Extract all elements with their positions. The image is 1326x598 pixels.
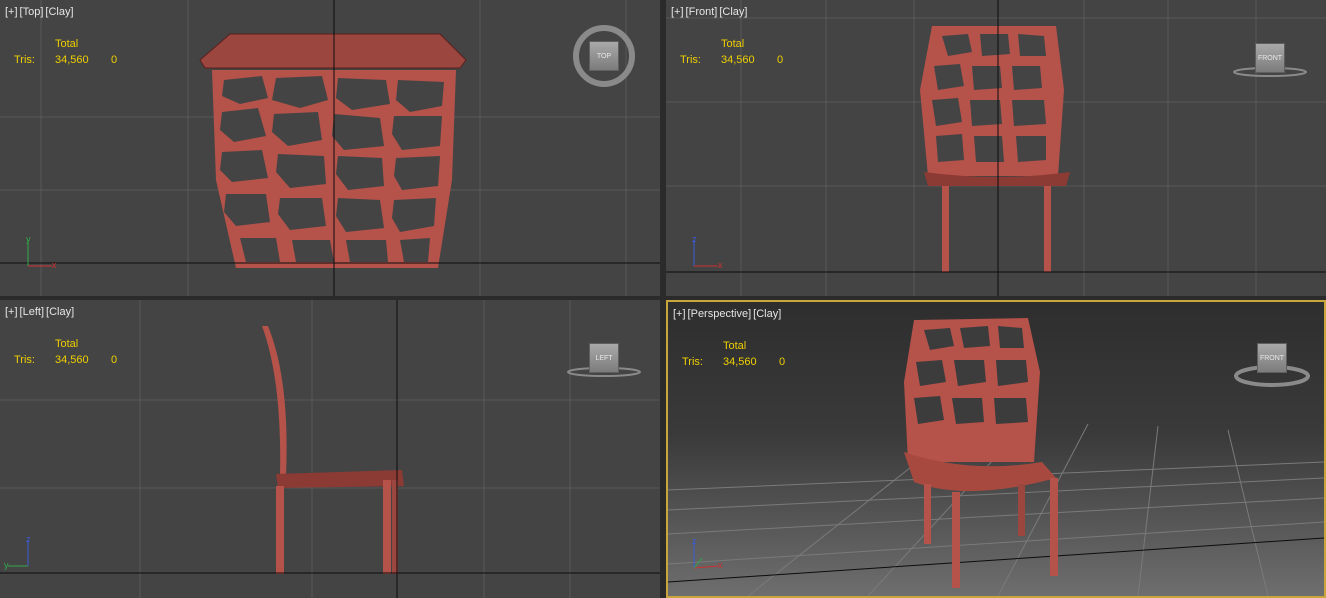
viewport-top[interactable]: [+] [Top] [Clay] Total Tris: 34,560 0 y x … [0, 0, 660, 296]
viewcube-perspective[interactable]: FRONT [1234, 336, 1310, 388]
axis-tripod [8, 540, 29, 567]
viewport-label: [+] [Front] [Clay] [671, 6, 747, 18]
axis-tripod [693, 542, 719, 569]
stats-overlay: Total Tris: 34,560 0 [14, 36, 131, 68]
viewport-point-of-view[interactable]: [Front] [686, 6, 718, 18]
viewcube-face-label: FRONT [1257, 343, 1287, 373]
stats-header: Total [723, 340, 747, 352]
viewcube-front[interactable]: FRONT [1232, 38, 1308, 80]
axis-label-x: x [52, 260, 57, 270]
viewport-front[interactable]: [+] [Front] [Clay] Total Tris: 34,560 0 z … [666, 0, 1326, 296]
stats-header: Total [55, 338, 79, 350]
axis-tripod [27, 240, 52, 267]
viewport-shading-mode[interactable]: [Clay] [46, 306, 74, 318]
axis-label-x: x [718, 560, 723, 570]
axis-label-z: z [26, 534, 31, 544]
axis-tripod [693, 240, 718, 267]
viewport-label: [+] [Left] [Clay] [5, 306, 74, 318]
axis-label-x: x [718, 260, 723, 270]
chair-model-front [920, 26, 1070, 272]
stats-tris-label: Tris: [14, 354, 35, 366]
stats-overlay: Total Tris: 34,560 0 [680, 36, 797, 68]
stats-header: Total [55, 38, 79, 50]
stats-selected-value: 0 [111, 354, 118, 366]
viewport-label: [+] [Perspective] [Clay] [673, 308, 781, 320]
stats-selected-value: 0 [779, 356, 786, 368]
chair-model-left [262, 326, 404, 574]
stats-header: Total [721, 38, 745, 50]
viewcube-top[interactable]: TOP [570, 22, 638, 90]
viewcube-left[interactable]: LEFT [566, 338, 642, 380]
axis-label-z: z [692, 536, 697, 546]
stats-overlay: Total Tris: 34,560 0 [682, 338, 799, 370]
stats-selected-value: 0 [111, 54, 118, 66]
chair-model-top [199, 33, 467, 268]
stats-tris-label: Tris: [682, 356, 703, 368]
stats-overlay: Total Tris: 34,560 0 [14, 336, 131, 368]
viewcube-face-label: FRONT [1255, 43, 1285, 73]
viewcube-face-label: TOP [589, 41, 619, 71]
stats-total-value: 34,560 [55, 354, 89, 366]
stats-selected-value: 0 [777, 54, 784, 66]
stats-tris-label: Tris: [680, 54, 701, 66]
axis-label-y: y [4, 560, 9, 570]
stats-total-value: 34,560 [721, 54, 755, 66]
stats-total-value: 34,560 [55, 54, 89, 66]
stats-tris-label: Tris: [14, 54, 35, 66]
viewport-label: [+] [Top] [Clay] [5, 6, 74, 18]
axis-label-y: y [26, 234, 31, 244]
viewport-menu-plus[interactable]: [+] [671, 6, 684, 18]
viewport-point-of-view[interactable]: [Left] [20, 306, 44, 318]
viewport-left[interactable]: [+] [Left] [Clay] Total Tris: 34,560 0 z y… [0, 300, 660, 598]
viewport-perspective[interactable]: [+] [Perspective] [Clay] Total Tris: 34,5… [666, 300, 1326, 598]
viewport-point-of-view[interactable]: [Top] [20, 6, 44, 18]
viewport-menu-plus[interactable]: [+] [673, 308, 686, 320]
viewcube-face-label: LEFT [589, 343, 619, 373]
viewport-point-of-view[interactable]: [Perspective] [688, 308, 752, 320]
viewport-menu-plus[interactable]: [+] [5, 6, 18, 18]
viewport-shading-mode[interactable]: [Clay] [719, 6, 747, 18]
axis-label-z: z [692, 234, 697, 244]
viewport-shading-mode[interactable]: [Clay] [45, 6, 73, 18]
viewport-menu-plus[interactable]: [+] [5, 306, 18, 318]
viewport-shading-mode[interactable]: [Clay] [753, 308, 781, 320]
stats-total-value: 34,560 [723, 356, 757, 368]
